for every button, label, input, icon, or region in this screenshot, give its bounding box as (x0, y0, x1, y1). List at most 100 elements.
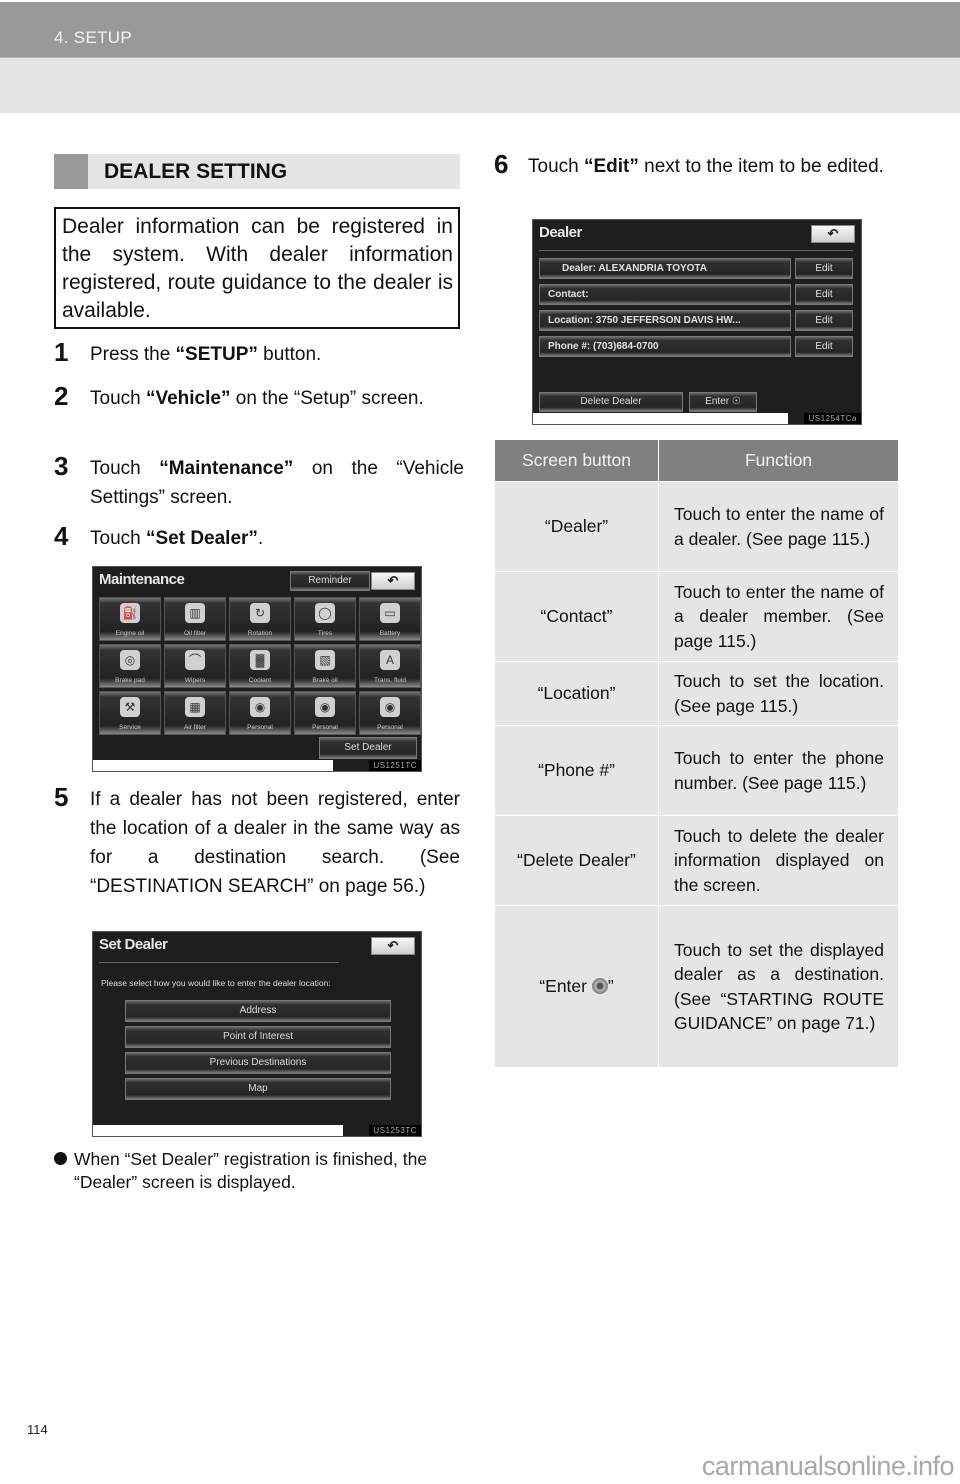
watermark: carmanualsonline.info (701, 1451, 955, 1481)
step-2: 2 Touch “Vehicle” on the “Setup” screen. (54, 382, 464, 444)
dealer-screen-image: Dealer ↶ Dealer: ALEXANDRIA TOYOTA Edit Co… (532, 219, 862, 425)
cell-function: Touch to enter the name of a dealer. (Se… (658, 481, 899, 572)
tile-label: Personal (377, 724, 403, 731)
dealer-field-location: Location: 3750 JEFFERSON DAVIS HW... (539, 310, 791, 331)
back-icon[interactable]: ↶ (811, 225, 855, 243)
table-row: “Dealer” Touch to enter the name of a de… (494, 481, 899, 572)
tile-label: Brake oil (312, 677, 338, 684)
delete-dealer-button[interactable]: Delete Dealer (539, 392, 683, 412)
tile-label: Brake pad (115, 677, 145, 684)
step-number: 5 (54, 782, 69, 812)
step-number: 4 (54, 521, 69, 551)
maintenance-tile[interactable]: ▓ Coolant (229, 644, 291, 688)
cell-function: Touch to enter the phone number. (See pa… (658, 725, 899, 816)
option-map[interactable]: Map (125, 1078, 391, 1100)
tile-label: Tires (317, 630, 333, 637)
screen-prompt: Please select how you would like to ente… (101, 978, 331, 988)
title-underline (99, 962, 339, 963)
air-filter-icon: ▦ (185, 697, 205, 717)
cell-button: “Location” (494, 661, 659, 726)
cell-function: Touch to delete the dealer information d… (658, 815, 899, 906)
maintenance-tile[interactable]: ⌒ Wipers (164, 644, 226, 688)
maintenance-tile[interactable]: ◎ Brake pad (99, 644, 161, 688)
tile-label: Engine oil (115, 630, 145, 637)
step-text: Touch “Maintenance” on the “Vehicle Sett… (90, 458, 464, 508)
enter-icon: ☉ (731, 396, 741, 407)
cell-button: “Dealer” (494, 481, 659, 572)
edit-button[interactable]: Edit (795, 258, 853, 279)
radiator-icon: ▓ (250, 650, 270, 670)
oil-can-icon: ⛽ (120, 603, 140, 623)
tire-icon: ◯ (315, 603, 335, 623)
maintenance-tile[interactable]: A Trans. fluid (359, 644, 421, 688)
dealer-field-contact: Contact: (539, 284, 791, 305)
cell-function: Touch to enter the name of a dealer memb… (658, 571, 899, 662)
caption-strip (93, 1125, 343, 1136)
table-header-row: Screen button Function (494, 439, 899, 482)
personal-icon: ◉ (315, 697, 335, 717)
maintenance-tile[interactable]: ▥ Oil filter (164, 597, 226, 641)
maintenance-tile[interactable]: ▭ Battery (359, 597, 421, 641)
edit-button[interactable]: Edit (795, 310, 853, 331)
note-text: When “Set Dealer” registration is finish… (74, 1149, 428, 1192)
screen-title: Dealer (539, 224, 582, 241)
tile-label: Oil filter (183, 630, 207, 637)
tile-label: Battery (379, 630, 401, 637)
set-dealer-screen-image: Set Dealer ↶ Please select how you would… (92, 931, 422, 1137)
dealer-setting-heading: DEALER SETTING (54, 154, 460, 189)
title-underline (539, 250, 853, 251)
screen-title: Set Dealer (99, 936, 168, 953)
option-address[interactable]: Address (125, 1000, 391, 1022)
option-point-of-interest[interactable]: Point of Interest (125, 1026, 391, 1048)
manual-page: 4. SETUP DEALER SETTING Dealer informati… (0, 0, 960, 1484)
cell-button: “Enter ” (494, 905, 659, 1068)
maintenance-tile[interactable]: ◉ Personal (294, 691, 356, 735)
tile-label: Trans. fluid (374, 677, 406, 684)
tile-label: Air filter (183, 724, 207, 731)
battery-icon: ▭ (380, 603, 400, 623)
back-icon[interactable]: ↶ (371, 572, 415, 590)
step-number: 1 (54, 337, 69, 367)
cell-button: “Phone #” (494, 725, 659, 816)
tire-rotation-icon: ↻ (250, 603, 270, 623)
header-screen-button: Screen button (494, 439, 659, 482)
table-row: “Delete Dealer” Touch to delete the deal… (494, 815, 899, 906)
tile-label: Personal (312, 724, 338, 731)
back-icon[interactable]: ↶ (371, 937, 415, 955)
maintenance-tile[interactable]: ↻ Rotation (229, 597, 291, 641)
step-5: 5 If a dealer has not been registered, e… (54, 782, 464, 930)
dealer-field-dealer: Dealer: ALEXANDRIA TOYOTA (539, 258, 791, 279)
heading-title: DEALER SETTING (104, 160, 288, 183)
step-text: If a dealer has not been registered, ent… (90, 789, 460, 897)
edit-button[interactable]: Edit (795, 336, 853, 357)
maintenance-tile[interactable]: ▦ Air filter (164, 691, 226, 735)
caption-strip (93, 760, 333, 771)
enter-button[interactable]: Enter ☉ (689, 392, 757, 412)
set-dealer-button[interactable]: Set Dealer (319, 737, 417, 759)
maintenance-tile[interactable]: ◯ Tires (294, 597, 356, 641)
step-number: 6 (494, 149, 509, 179)
wrench-icon: ⚒ (120, 697, 140, 717)
step-number: 3 (54, 451, 69, 481)
maintenance-screen-image: Maintenance Reminder ↶ ⛽ Engine oil ▥ Oil f… (92, 566, 422, 772)
step-3: 3 Touch “Maintenance” on the “Vehicle Se… (54, 451, 464, 514)
cell-button: “Delete Dealer” (494, 815, 659, 906)
maintenance-tile[interactable]: ⛽ Engine oil (99, 597, 161, 641)
option-previous-destinations[interactable]: Previous Destinations (125, 1052, 391, 1074)
step-text: Press the “SETUP” button. (90, 344, 322, 365)
page-number: 114 (27, 1422, 48, 1437)
tile-label: Service (119, 724, 141, 731)
reminder-button[interactable]: Reminder (290, 571, 370, 591)
edit-button[interactable]: Edit (795, 284, 853, 305)
maintenance-tile[interactable]: ▧ Brake oil (294, 644, 356, 688)
maintenance-tile[interactable]: ⚒ Service (99, 691, 161, 735)
heading-marker (54, 154, 88, 189)
image-caption: US1251TC (369, 760, 421, 771)
maintenance-tile[interactable]: ◉ Personal (229, 691, 291, 735)
step-text: Touch “Edit” next to the item to be edit… (528, 156, 884, 177)
maintenance-tile[interactable]: ◉ Personal (359, 691, 421, 735)
step-text: Touch “Set Dealer”. (90, 528, 264, 549)
intro-box: Dealer information can be registered in … (54, 207, 460, 329)
cell-function: Touch to set the location. (See page 115… (658, 661, 899, 726)
header-sub-band (0, 58, 960, 113)
